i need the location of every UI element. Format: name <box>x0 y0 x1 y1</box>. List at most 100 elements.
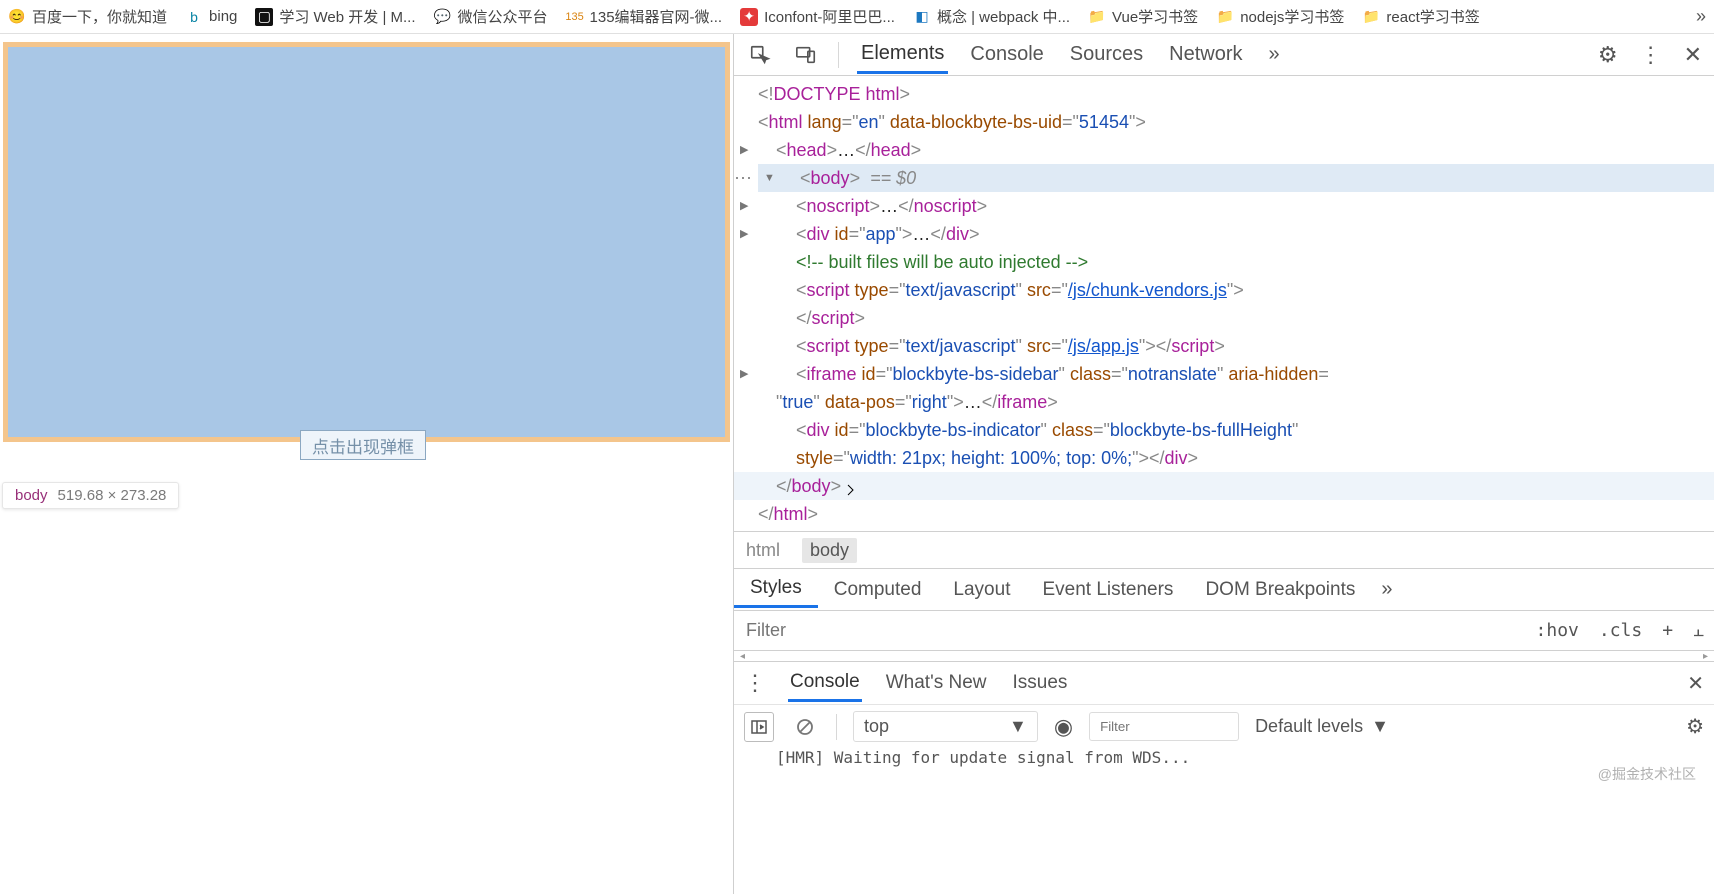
tree-line[interactable]: ▶<iframe id="blockbyte-bs-sidebar" class… <box>734 360 1714 388</box>
drawer-menu-icon[interactable]: ⋮ <box>744 670 766 696</box>
bookmark-item[interactable]: 135135编辑器官网-微... <box>566 6 723 27</box>
tree-line[interactable]: <script type="text/javascript" src="/js/… <box>734 276 1714 304</box>
tree-line[interactable]: ▶<noscript>…</noscript> <box>734 192 1714 220</box>
live-expression-eye-icon[interactable]: ◉ <box>1054 714 1073 740</box>
bookmark-item[interactable]: ▢ 学习 Web 开发 | M... <box>255 6 415 27</box>
console-sidebar-toggle-icon[interactable] <box>744 712 774 742</box>
favicon-icon: b <box>185 8 203 26</box>
tree-line-wrap[interactable]: style="width: 21px; height: 100%; top: 0… <box>734 444 1714 472</box>
styles-tab-computed[interactable]: Computed <box>818 573 938 607</box>
bookmark-label: bing <box>209 8 237 25</box>
selected-marker-icon: ⋯ <box>734 164 752 192</box>
tree-line[interactable]: <!DOCTYPE html> <box>734 80 1714 108</box>
styles-tab-layout[interactable]: Layout <box>937 573 1026 607</box>
favicon-icon: 135 <box>566 8 584 26</box>
drawer-close-icon[interactable]: ✕ <box>1687 671 1704 696</box>
tree-line-selected[interactable]: ⋯ ▼ <body> == $0 <box>758 164 1714 192</box>
styles-filter-input[interactable] <box>734 620 1526 641</box>
drawer-tab-issues[interactable]: Issues <box>1010 666 1069 700</box>
tree-line[interactable]: <html lang="en" data-blockbyte-bs-uid="5… <box>734 108 1714 136</box>
caret-icon[interactable]: ▶ <box>740 360 748 388</box>
console-filter-input[interactable] <box>1089 712 1239 741</box>
bookmark-label: 微信公众平台 <box>458 6 548 27</box>
modal-trigger-button[interactable]: 点击出现弹框 <box>300 430 426 460</box>
chevron-down-icon: ▼ <box>1009 716 1027 737</box>
devtools-toolbar: Elements Console Sources Network » ⚙ ⋮ ✕ <box>734 34 1714 76</box>
tooltip-dimensions: 519.68 × 273.28 <box>58 487 167 504</box>
dom-breadcrumbs: html body <box>734 531 1714 569</box>
tab-elements[interactable]: Elements <box>857 36 948 74</box>
separator <box>836 714 837 740</box>
tree-line[interactable]: ▶<head>…</head> <box>734 136 1714 164</box>
folder-icon: 📁 <box>1216 8 1234 26</box>
drawer-tabs: ⋮ Console What's New Issues ✕ <box>734 662 1714 704</box>
tree-line[interactable]: </html> <box>734 500 1714 528</box>
tabs-overflow-icon[interactable]: » <box>1265 37 1284 72</box>
tab-console[interactable]: Console <box>966 37 1047 72</box>
new-style-rule-icon[interactable]: + <box>1652 620 1683 641</box>
hov-toggle[interactable]: :hov <box>1526 620 1589 641</box>
bookmark-label: 概念 | webpack 中... <box>937 6 1070 27</box>
bookmark-item[interactable]: ◧概念 | webpack 中... <box>913 6 1070 27</box>
inspect-element-icon[interactable] <box>746 41 774 69</box>
bookmark-item[interactable]: 📁 nodejs学习书签 <box>1216 6 1344 27</box>
caret-icon[interactable]: ▶ <box>740 220 748 248</box>
bookmark-item[interactable]: 📁Vue学习书签 <box>1088 6 1198 27</box>
tree-line[interactable]: <!-- built files will be auto injected -… <box>734 248 1714 276</box>
crumb-html[interactable]: html <box>746 540 780 561</box>
tooltip-tagname: body <box>15 487 48 504</box>
element-size-tooltip: body 519.68 × 273.28 <box>2 482 179 509</box>
folder-icon: 📁 <box>1088 8 1106 26</box>
drawer-tab-console[interactable]: Console <box>788 665 862 702</box>
drawer-tab-whatsnew[interactable]: What's New <box>884 666 989 700</box>
console-levels-select[interactable]: Default levels▼ <box>1255 716 1389 737</box>
tree-line-wrap[interactable]: "true" data-pos="right">…</iframe> <box>734 388 1714 416</box>
page-viewport: 点击出现弹框 body 519.68 × 273.28 <box>0 34 733 894</box>
console-log-line: [HMR] Waiting for update signal from WDS… <box>734 748 1714 770</box>
bookmark-item[interactable]: ✦ Iconfont-阿里巴巴... <box>740 6 895 27</box>
bookmark-overflow-icon[interactable]: » <box>1696 6 1706 27</box>
styles-sidebar-toggle-icon[interactable]: ⫠ <box>1683 620 1714 641</box>
caret-down-icon[interactable]: ▼ <box>764 164 775 192</box>
scroll-hints: ◂▸ <box>734 651 1714 661</box>
script-src-link[interactable]: /js/app.js <box>1068 336 1139 356</box>
styles-tabs-overflow-icon[interactable]: » <box>1381 578 1392 601</box>
favicon-icon: ✦ <box>740 8 758 26</box>
bookmark-label: react学习书签 <box>1386 6 1479 27</box>
styles-filter-row: :hov .cls + ⫠ <box>734 611 1714 651</box>
tree-line[interactable]: </script> <box>734 304 1714 332</box>
favicon-icon: 💬 <box>434 8 452 26</box>
styles-tab-eventlisteners[interactable]: Event Listeners <box>1026 573 1189 607</box>
tree-line[interactable]: </body> <box>734 472 1714 500</box>
bookmark-item[interactable]: 📁 react学习书签 <box>1362 6 1479 27</box>
tab-network[interactable]: Network <box>1165 37 1246 72</box>
elements-dom-tree[interactable]: <!DOCTYPE html> <html lang="en" data-blo… <box>734 76 1714 531</box>
tree-line[interactable]: <div id="blockbyte-bs-indicator" class="… <box>734 416 1714 444</box>
styles-tab-styles[interactable]: Styles <box>734 571 818 608</box>
device-toolbar-icon[interactable] <box>792 41 820 69</box>
folder-icon: 📁 <box>1362 8 1380 26</box>
bookmark-label: nodejs学习书签 <box>1240 6 1344 27</box>
tab-sources[interactable]: Sources <box>1066 37 1147 72</box>
caret-icon[interactable]: ▶ <box>740 192 748 220</box>
crumb-body[interactable]: body <box>802 538 857 563</box>
tree-line[interactable]: <script type="text/javascript" src="/js/… <box>734 332 1714 360</box>
bookmarks-bar: 😊百度一下，你就知道 bbing ▢ 学习 Web 开发 | M... 💬 微信公众… <box>0 0 1714 34</box>
settings-gear-icon[interactable]: ⚙ <box>1598 42 1618 68</box>
script-src-link[interactable]: /js/chunk-vendors.js <box>1068 280 1227 300</box>
styles-tab-dombreakpoints[interactable]: DOM Breakpoints <box>1189 573 1371 607</box>
kebab-menu-icon[interactable]: ⋮ <box>1640 42 1662 68</box>
bookmark-item[interactable]: bbing <box>185 8 237 26</box>
bookmark-item[interactable]: 😊百度一下，你就知道 <box>8 6 167 27</box>
console-context-select[interactable]: top▼ <box>853 711 1038 742</box>
bookmark-item[interactable]: 💬 微信公众平台 <box>434 6 548 27</box>
caret-icon[interactable]: ▶ <box>740 136 748 164</box>
console-settings-gear-icon[interactable]: ⚙ <box>1686 714 1704 739</box>
clear-console-icon[interactable] <box>790 712 820 742</box>
bookmark-label: 学习 Web 开发 | M... <box>279 6 415 27</box>
cls-toggle[interactable]: .cls <box>1589 620 1652 641</box>
close-devtools-icon[interactable]: ✕ <box>1684 42 1702 68</box>
bookmark-label: Iconfont-阿里巴巴... <box>764 6 895 27</box>
tree-line[interactable]: ▶<div id="app">…</div> <box>734 220 1714 248</box>
favicon-icon: ▢ <box>255 8 273 26</box>
